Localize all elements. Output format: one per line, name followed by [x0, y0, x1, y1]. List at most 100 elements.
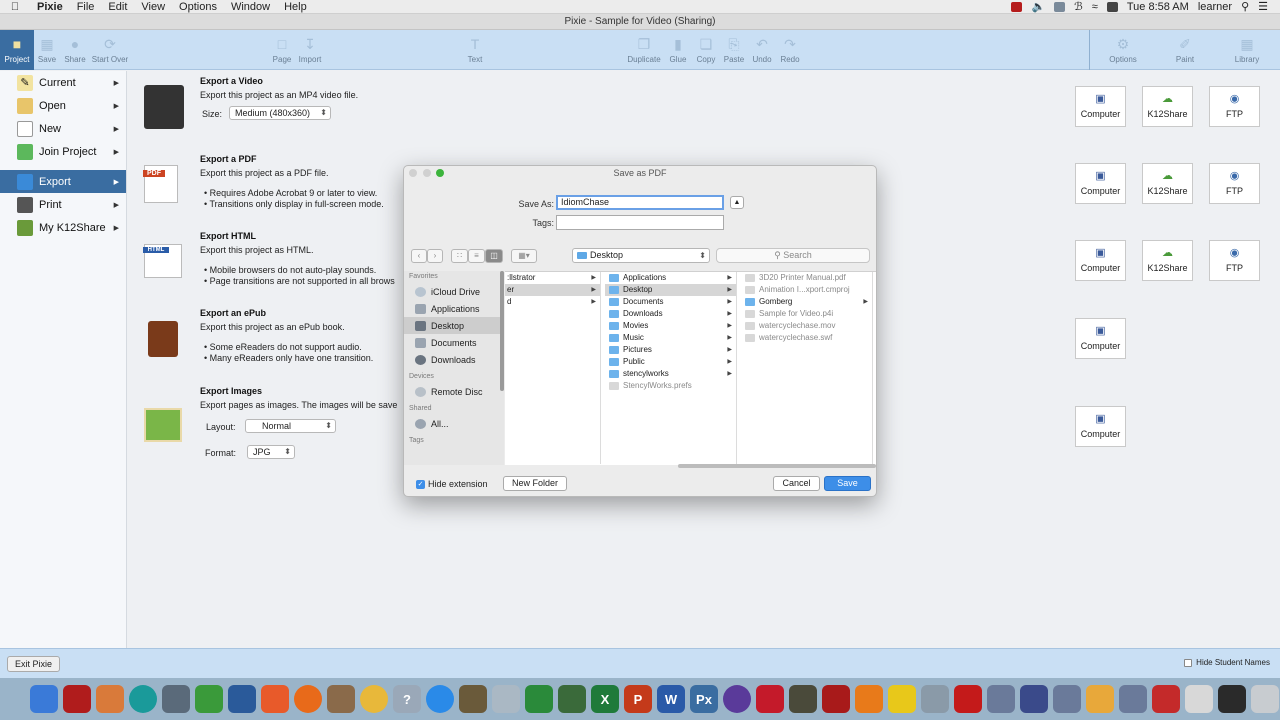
search-input[interactable]: ⚲ Search: [716, 248, 870, 263]
html-to-ftp-button[interactable]: ◉ FTP: [1209, 240, 1260, 281]
pdf-to-ftp-button[interactable]: ◉ FTP: [1209, 163, 1260, 204]
sidebar-item-documents[interactable]: Documents: [404, 334, 504, 351]
word-icon[interactable]: W: [657, 685, 685, 713]
app-icon[interactable]: [756, 685, 784, 713]
arrange-button[interactable]: ▦▾: [511, 249, 537, 263]
file-row[interactable]: 3D20 Printer Manual.pdf: [741, 272, 872, 284]
display-icon[interactable]: [1054, 1, 1066, 12]
minimize-icon[interactable]: [423, 169, 431, 177]
import-button[interactable]: ↧ Import: [288, 33, 332, 64]
arduino-icon[interactable]: [129, 685, 157, 713]
app-icon[interactable]: [96, 685, 124, 713]
exit-pixie-button[interactable]: Exit Pixie: [7, 656, 61, 672]
pdf-to-computer-button[interactable]: ▣ Computer: [1075, 163, 1126, 204]
menu-file[interactable]: File: [70, 1, 102, 13]
folder-row[interactable]: Music ▶: [605, 332, 736, 344]
epub-to-computer-button[interactable]: ▣ Computer: [1075, 318, 1126, 359]
expand-dialog-button[interactable]: ▲: [730, 196, 744, 209]
nav-current[interactable]: ✎ Current ▶: [0, 71, 126, 94]
chrome-icon[interactable]: [360, 685, 388, 713]
list-item[interactable]: :llstrator ▶: [505, 272, 600, 284]
app-icon[interactable]: [492, 685, 520, 713]
app-icon[interactable]: [558, 685, 586, 713]
column-view-button[interactable]: ◫: [485, 249, 503, 263]
nav-new[interactable]: New ▶: [0, 117, 126, 140]
list-item[interactable]: er ▶: [505, 284, 600, 296]
wifi-icon[interactable]: ≈: [1092, 1, 1098, 13]
menu-edit[interactable]: Edit: [101, 1, 134, 13]
sidebar-item-downloads[interactable]: Downloads: [404, 351, 504, 368]
hide-extension-checkbox[interactable]: ✓ Hide extension: [416, 479, 488, 489]
safari-icon[interactable]: [426, 685, 454, 713]
file-row[interactable]: Animation I...xport.cmproj: [741, 284, 872, 296]
powerpoint-icon[interactable]: P: [624, 685, 652, 713]
images-to-computer-button[interactable]: ▣ Computer: [1075, 406, 1126, 447]
app-icon[interactable]: [459, 685, 487, 713]
redo-button[interactable]: ↷ Redo: [768, 33, 812, 64]
menu-help[interactable]: Help: [277, 1, 314, 13]
folder-row[interactable]: Applications ▶: [605, 272, 736, 284]
app-icon[interactable]: [921, 685, 949, 713]
clock[interactable]: Tue 8:58 AM: [1127, 1, 1189, 13]
html-to-computer-button[interactable]: ▣ Computer: [1075, 240, 1126, 281]
tags-input[interactable]: [556, 215, 724, 230]
html-to-k12share-button[interactable]: ☁ K12Share: [1142, 240, 1193, 281]
app-icon[interactable]: [162, 685, 190, 713]
finder-icon[interactable]: [30, 685, 58, 713]
list-view-button[interactable]: ≡: [468, 249, 485, 263]
cancel-button[interactable]: Cancel: [773, 476, 820, 491]
app-icon[interactable]: [327, 685, 355, 713]
folder-row[interactable]: Downloads ▶: [605, 308, 736, 320]
volume-icon[interactable]: 🔈: [1031, 0, 1045, 13]
menu-window[interactable]: Window: [224, 1, 277, 13]
acrobat-icon[interactable]: [63, 685, 91, 713]
save-as-input[interactable]: IdiomChase: [556, 195, 724, 210]
app-icon[interactable]: [228, 685, 256, 713]
help-icon[interactable]: ?: [393, 685, 421, 713]
nav-open[interactable]: Open ▶: [0, 94, 126, 117]
status-app-icon[interactable]: [1011, 1, 1023, 12]
spotlight-icon[interactable]: ⚲: [1241, 0, 1249, 13]
app-icon[interactable]: [822, 685, 850, 713]
flash-icon[interactable]: [954, 685, 982, 713]
app-icon[interactable]: [261, 685, 289, 713]
menu-app[interactable]: Pixie: [30, 1, 70, 13]
save-button[interactable]: Save: [824, 476, 871, 491]
forward-button[interactable]: ›: [427, 249, 443, 263]
folder-row[interactable]: Desktop ▶: [605, 284, 736, 296]
menu-view[interactable]: View: [134, 1, 172, 13]
app-icon[interactable]: [888, 685, 916, 713]
app-icon[interactable]: [1185, 685, 1213, 713]
folder-row[interactable]: stencylworks ▶: [605, 368, 736, 380]
library-button[interactable]: ▦ Library: [1225, 33, 1269, 64]
close-icon[interactable]: [409, 169, 417, 177]
back-button[interactable]: ‹: [411, 249, 427, 263]
start-over-button[interactable]: ⟳ Start Over: [88, 33, 132, 64]
tinkercad-icon[interactable]: [1152, 685, 1180, 713]
folder-row[interactable]: Documents ▶: [605, 296, 736, 308]
app-icon[interactable]: [789, 685, 817, 713]
folder-row[interactable]: Movies ▶: [605, 320, 736, 332]
video-to-k12share-button[interactable]: ☁ K12Share: [1142, 86, 1193, 127]
nav-print[interactable]: Print ▶: [0, 193, 126, 216]
checkbox-icon[interactable]: [1184, 658, 1193, 667]
file-row[interactable]: watercyclechase.mov: [741, 320, 872, 332]
sidebar-item-remote-disc[interactable]: Remote Disc: [404, 383, 504, 400]
sidebar-item-applications[interactable]: Applications: [404, 300, 504, 317]
app-icon[interactable]: [195, 685, 223, 713]
file-row[interactable]: watercyclechase.swf: [741, 332, 872, 344]
app-icon[interactable]: [525, 685, 553, 713]
sidebar-item-icloud-drive[interactable]: iCloud Drive: [404, 283, 504, 300]
file-row[interactable]: Sample for Video.p4i: [741, 308, 872, 320]
app-icon[interactable]: [1020, 685, 1048, 713]
new-folder-button[interactable]: New Folder: [503, 476, 567, 491]
scratch-icon[interactable]: [1086, 685, 1114, 713]
nav-join-project[interactable]: Join Project ▶: [0, 140, 126, 163]
battery-icon[interactable]: [1106, 1, 1118, 12]
user-name[interactable]: learner: [1198, 1, 1232, 13]
sidebar-scrollbar[interactable]: [500, 271, 504, 391]
sidebar-item-desktop[interactable]: Desktop: [404, 317, 504, 334]
vlc-icon[interactable]: [855, 685, 883, 713]
list-item[interactable]: d ▶: [505, 296, 600, 308]
app-icon[interactable]: [987, 685, 1015, 713]
